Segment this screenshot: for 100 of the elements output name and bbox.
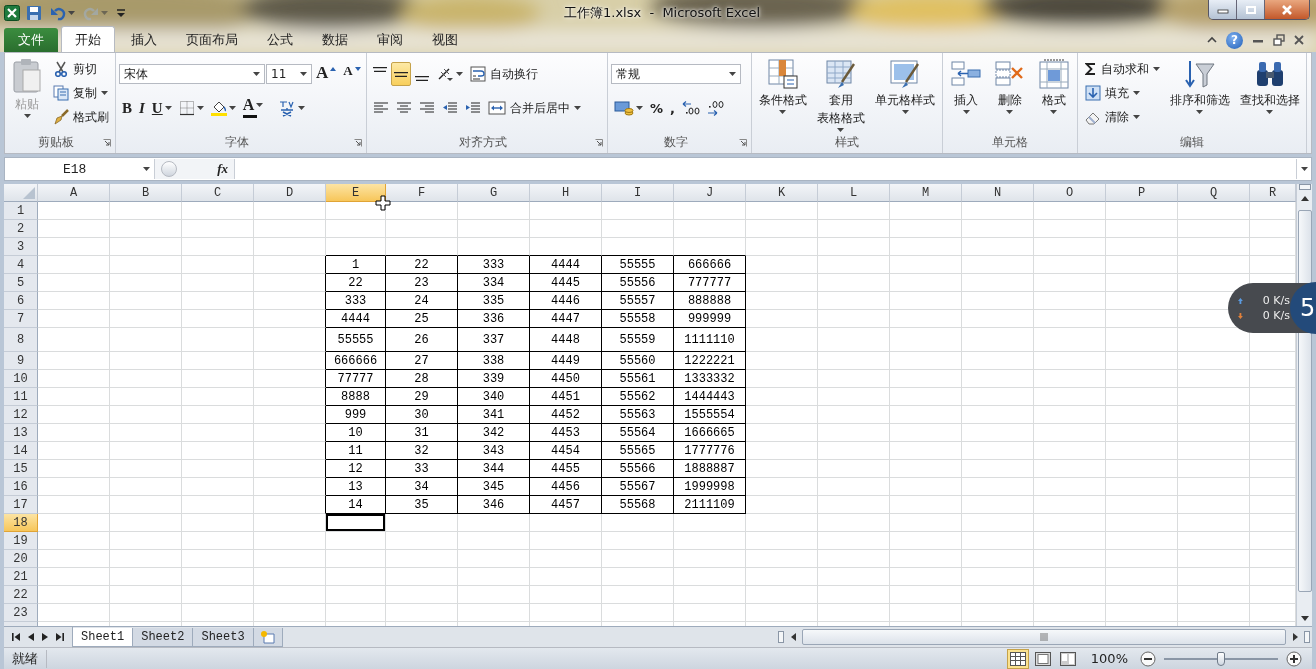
- last-sheet-icon[interactable]: [56, 633, 64, 642]
- row-header[interactable]: 14: [4, 442, 38, 461]
- column-header[interactable]: E: [326, 184, 386, 203]
- grid-cell[interactable]: [254, 424, 326, 443]
- row-header[interactable]: 7: [4, 310, 38, 329]
- zoom-out-icon[interactable]: [1140, 650, 1156, 667]
- row-header[interactable]: 18: [4, 514, 38, 533]
- column-header[interactable]: Q: [1178, 184, 1250, 203]
- view-button[interactable]: [1006, 648, 1029, 669]
- ribbon-button[interactable]: 查找和选择: [1237, 56, 1302, 135]
- ribbon-button[interactable]: 格式刷: [50, 106, 111, 128]
- toolbar-button[interactable]: A: [340, 62, 364, 86]
- ribbon-tab[interactable]: 视图: [419, 28, 471, 52]
- toolbar-button[interactable]: ,: [667, 96, 678, 120]
- grid-cell[interactable]: [254, 406, 326, 425]
- grid-cell[interactable]: [254, 496, 326, 515]
- scrollbar-thumb[interactable]: [802, 629, 1286, 646]
- new-sheet-button[interactable]: [252, 627, 283, 647]
- column-header[interactable]: J: [674, 184, 746, 203]
- column-header[interactable]: P: [1106, 184, 1178, 203]
- row-header[interactable]: 5: [4, 274, 38, 293]
- row-header[interactable]: 13: [4, 424, 38, 443]
- ribbon-tab[interactable]: 公式: [254, 28, 306, 52]
- toolbar-button[interactable]: 合并后居中: [485, 96, 584, 120]
- ribbon-tab[interactable]: 审阅: [364, 28, 416, 52]
- column-header[interactable]: H: [530, 184, 602, 203]
- sheet-tab[interactable]: Sheet2: [132, 627, 194, 647]
- row-header[interactable]: 11: [4, 388, 38, 407]
- grid-cell[interactable]: [254, 256, 326, 275]
- ribbon-button[interactable]: 清除: [1082, 106, 1162, 128]
- ribbon-button[interactable]: 插入: [948, 56, 985, 135]
- close-icon[interactable]: [1294, 35, 1304, 45]
- ribbon-button[interactable]: 删除: [992, 56, 1028, 135]
- grid-cell[interactable]: [254, 370, 326, 389]
- grid-cell[interactable]: [254, 274, 326, 293]
- row-header[interactable]: 20: [4, 550, 38, 569]
- row-header[interactable]: 17: [4, 496, 38, 515]
- ribbon-button[interactable]: 单元格样式: [873, 56, 938, 135]
- ribbon-tab[interactable]: 开始: [61, 26, 115, 52]
- row-header[interactable]: 6: [4, 292, 38, 311]
- row-header[interactable]: 15: [4, 460, 38, 479]
- ribbon-button[interactable]: 填充: [1082, 82, 1162, 104]
- spreadsheet-logo-icon[interactable]: [4, 5, 20, 21]
- combo-box[interactable]: 宋体: [119, 64, 265, 84]
- grid-cell[interactable]: [254, 388, 326, 407]
- row-header[interactable]: 9: [4, 352, 38, 371]
- select-all-icon[interactable]: [23, 187, 35, 200]
- ribbon-tab[interactable]: 页面布局: [173, 28, 251, 52]
- quick-access-button[interactable]: [24, 4, 44, 22]
- column-header[interactable]: C: [182, 184, 254, 203]
- grid-cell[interactable]: [254, 310, 326, 329]
- row-header[interactable]: 22: [4, 586, 38, 605]
- grid-cell[interactable]: [254, 442, 326, 461]
- toolbar-button[interactable]: A: [313, 62, 340, 86]
- toolbar-button[interactable]: U: [148, 96, 175, 120]
- dialog-launcher-icon[interactable]: [595, 139, 603, 147]
- collapse-ribbon-icon[interactable]: [1207, 36, 1217, 44]
- toolbar-button[interactable]: A: [239, 96, 274, 120]
- zoom-in-icon[interactable]: [1286, 650, 1302, 667]
- next-sheet-icon[interactable]: [42, 633, 48, 642]
- row-header[interactable]: 2: [4, 220, 38, 239]
- ribbon-button[interactable]: 剪切: [50, 58, 111, 80]
- sheet-tab[interactable]: Sheet3: [192, 627, 254, 647]
- column-header[interactable]: D: [254, 184, 326, 203]
- restore-icon[interactable]: [1273, 34, 1285, 46]
- column-header[interactable]: A: [38, 184, 110, 203]
- toolbar-button[interactable]: [391, 62, 411, 86]
- zoom-level[interactable]: 100%: [1086, 651, 1132, 667]
- row-header[interactable]: 12: [4, 406, 38, 425]
- column-header[interactable]: R: [1250, 184, 1296, 203]
- row-header[interactable]: 4: [4, 256, 38, 275]
- previous-sheet-icon[interactable]: [28, 633, 34, 642]
- minimize-button[interactable]: [1209, 0, 1237, 19]
- toolbar-button[interactable]: I: [136, 96, 148, 120]
- toolbar-button[interactable]: 自动换行: [467, 62, 541, 86]
- dialog-launcher-icon[interactable]: [739, 139, 747, 147]
- row-header[interactable]: 19: [4, 532, 38, 551]
- grid-cell[interactable]: [254, 478, 326, 497]
- row-header[interactable]: 10: [4, 370, 38, 389]
- ribbon-button[interactable]: 条件格式: [756, 56, 809, 135]
- quick-access-button[interactable]: [114, 6, 128, 20]
- column-header[interactable]: B: [110, 184, 182, 203]
- ribbon-button[interactable]: 自动求和: [1082, 58, 1162, 80]
- ribbon-button[interactable]: 排序和筛选: [1167, 56, 1232, 135]
- dialog-launcher-icon[interactable]: [354, 139, 362, 147]
- grid-cell[interactable]: [254, 292, 326, 311]
- active-cell[interactable]: [326, 514, 386, 533]
- first-sheet-icon[interactable]: [12, 633, 20, 642]
- combo-box[interactable]: 常规: [611, 64, 741, 84]
- grid-cell[interactable]: [254, 460, 326, 479]
- column-header[interactable]: N: [962, 184, 1034, 203]
- combo-box[interactable]: 11: [266, 64, 312, 84]
- column-header[interactable]: M: [890, 184, 962, 203]
- maximize-button[interactable]: [1237, 0, 1265, 19]
- column-header[interactable]: L: [818, 184, 890, 203]
- column-header[interactable]: O: [1034, 184, 1106, 203]
- grid-cell[interactable]: [254, 352, 326, 371]
- row-header[interactable]: 16: [4, 478, 38, 497]
- row-header[interactable]: 21: [4, 568, 38, 587]
- row-header[interactable]: 23: [4, 604, 38, 623]
